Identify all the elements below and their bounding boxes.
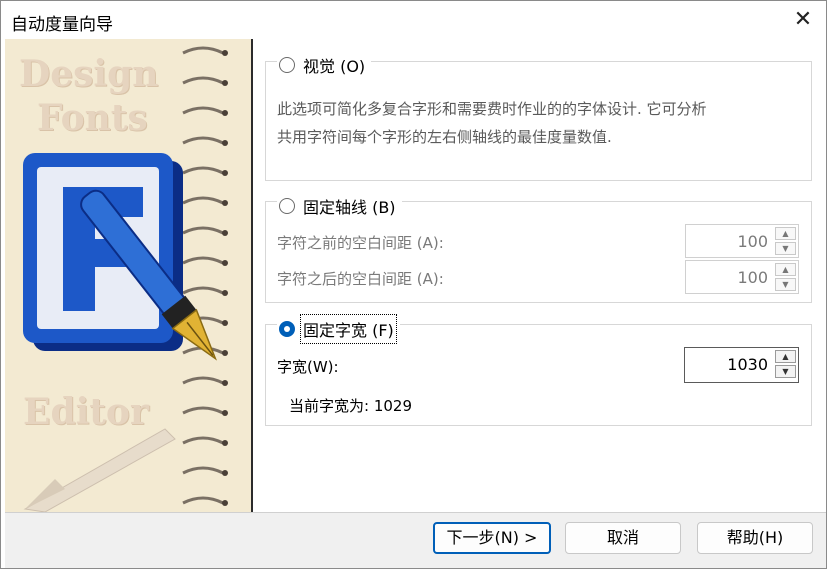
options-panel: 视觉 (O) 此选项可简化多复合字形和需要费时作业的的字体设计. 它可分析 共用… [253, 39, 826, 512]
art-word-design: Design [19, 53, 159, 95]
close-icon[interactable]: ✕ [788, 5, 818, 35]
space-before-value[interactable]: 100 [737, 232, 768, 251]
font-f-logo-icon [23, 153, 217, 361]
width-label: 字宽(W): [277, 358, 339, 376]
wizard-side-image: Design Fonts Editor [5, 39, 251, 512]
width-value[interactable]: 1030 [727, 355, 768, 374]
visual-radio[interactable] [279, 57, 295, 73]
space-after-up-icon[interactable]: ▲ [775, 263, 796, 276]
next-button[interactable]: 下一步(N) > [433, 522, 551, 554]
fixed-width-radio[interactable] [279, 321, 295, 337]
window-title: 自动度量向导 [11, 15, 113, 35]
space-after-stepper[interactable]: 100 ▲ ▼ [685, 260, 799, 294]
width-up-icon[interactable]: ▲ [775, 350, 796, 363]
pen-sketch-icon [23, 428, 176, 512]
art-word-fonts: Fonts [37, 97, 148, 139]
space-after-label: 字符之后的空白间距 (A): [277, 270, 444, 288]
fixed-axis-radio-label[interactable]: 固定轴线 (B) [303, 194, 396, 218]
width-down-icon[interactable]: ▼ [775, 365, 796, 378]
cancel-button[interactable]: 取消 [565, 522, 681, 554]
space-before-down-icon[interactable]: ▼ [775, 242, 796, 255]
wizard-dialog: 自动度量向导 ✕ Design Fonts Editor 视觉 (O) 此选项可… [0, 0, 827, 569]
visual-radio-option[interactable]: 视觉 (O) [277, 53, 372, 77]
button-bar: 下一步(N) > 取消 帮助(H) [5, 512, 826, 568]
space-after-value[interactable]: 100 [737, 268, 768, 287]
space-before-up-icon[interactable]: ▲ [775, 227, 796, 240]
space-before-stepper[interactable]: 100 ▲ ▼ [685, 224, 799, 258]
space-before-label: 字符之前的空白间距 (A): [277, 234, 444, 252]
fixed-width-radio-label[interactable]: 固定字宽 (F) [300, 314, 397, 344]
fixed-axis-radio-option[interactable]: 固定轴线 (B) [277, 194, 402, 218]
current-width-text: 当前字宽为: 1029 [289, 397, 412, 415]
visual-radio-label[interactable]: 视觉 (O) [303, 53, 365, 77]
visual-description: 此选项可简化多复合字形和需要费时作业的的字体设计. 它可分析 共用字符间每个字形… [277, 95, 707, 151]
fixed-width-radio-option[interactable]: 固定字宽 (F) [277, 314, 400, 344]
title-bar: 自动度量向导 ✕ [1, 1, 826, 39]
visual-description-line-1: 此选项可简化多复合字形和需要费时作业的的字体设计. 它可分析 [277, 100, 707, 118]
space-after-down-icon[interactable]: ▼ [775, 278, 796, 291]
fixed-axis-radio[interactable] [279, 198, 295, 214]
width-stepper[interactable]: 1030 ▲ ▼ [684, 347, 799, 383]
help-button[interactable]: 帮助(H) [697, 522, 813, 554]
visual-description-line-2: 共用字符间每个字形的左右侧轴线的最佳度量数值. [277, 128, 612, 146]
